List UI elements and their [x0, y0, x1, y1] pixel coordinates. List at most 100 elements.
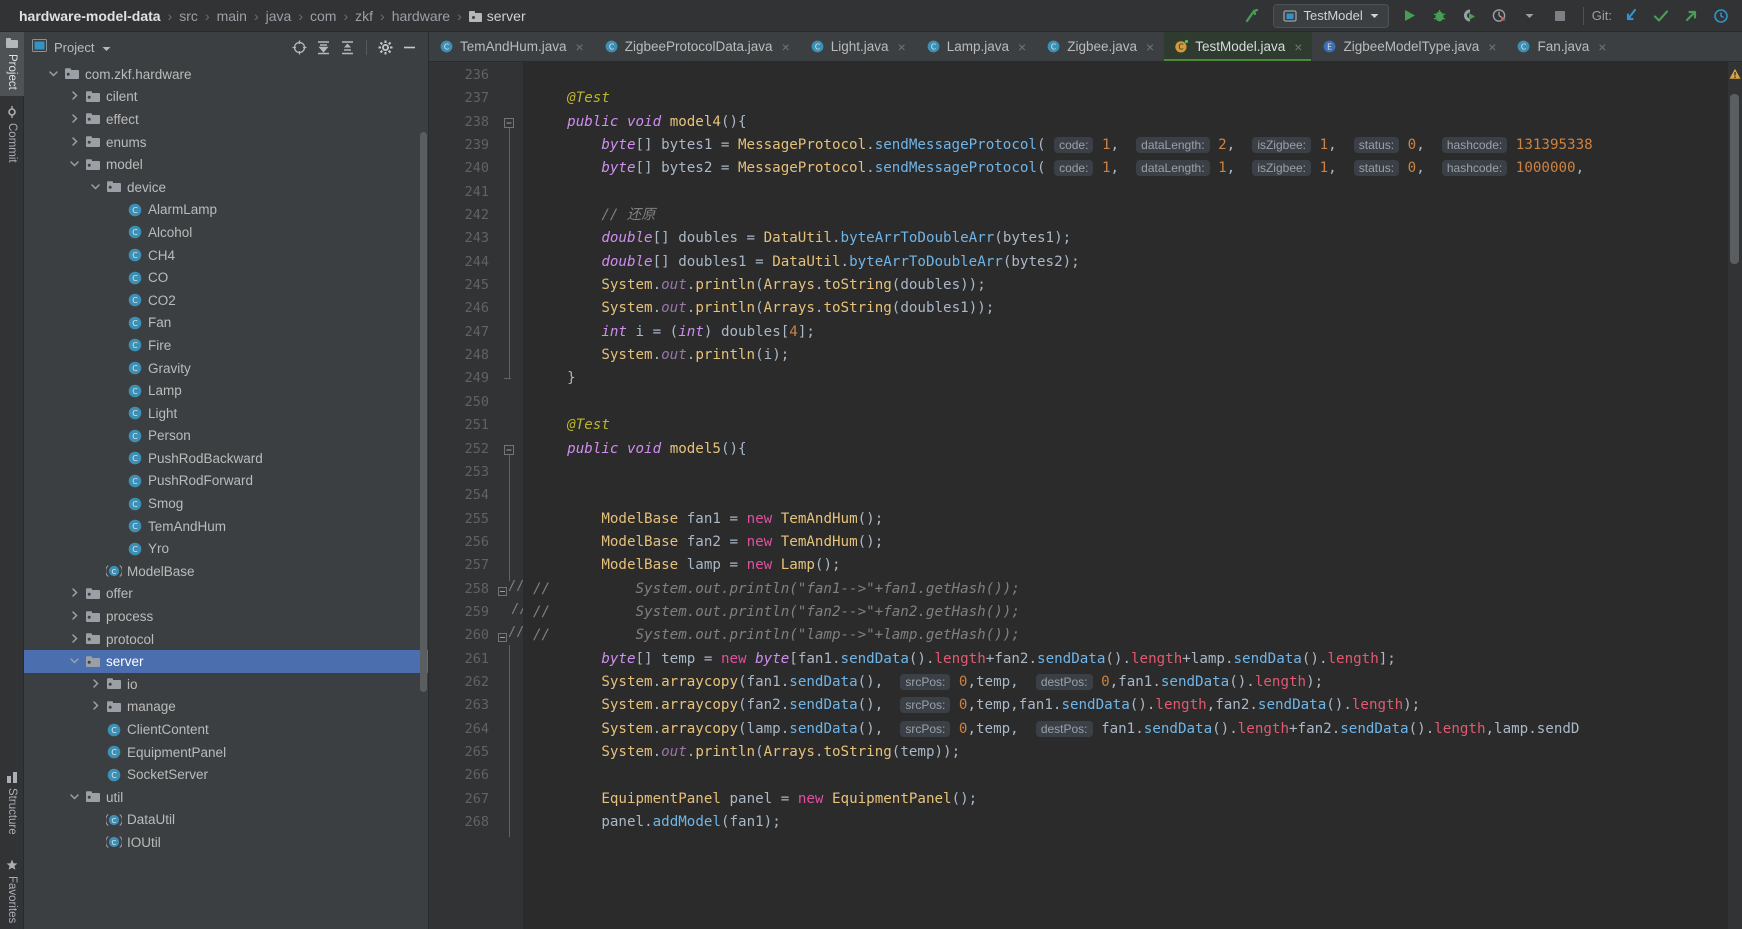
code-line[interactable]: int i = (int) doubles[4];: [523, 321, 1728, 344]
breadcrumb-item-server[interactable]: server: [462, 8, 533, 24]
chevron-down-icon[interactable]: [90, 181, 103, 194]
code-line[interactable]: System.out.println(Arrays.toString(doubl…: [523, 274, 1728, 297]
tree-item-person[interactable]: C Person: [24, 425, 428, 448]
tree-item-device[interactable]: device: [24, 176, 428, 199]
code-line[interactable]: [523, 64, 1728, 87]
tree-item-model[interactable]: model: [24, 153, 428, 176]
code-line[interactable]: // System.out.println("lamp-->"+lamp.get…: [523, 624, 1728, 647]
sidebar-item-commit[interactable]: Commit: [0, 100, 24, 169]
breadcrumb-item-com[interactable]: com: [303, 8, 343, 24]
collapse-all-icon[interactable]: [337, 37, 358, 58]
editor-marker-bar[interactable]: [1728, 62, 1742, 929]
code-line[interactable]: @Test: [523, 87, 1728, 110]
expand-all-icon[interactable]: [313, 37, 334, 58]
code-line[interactable]: ModelBase fan1 = new TemAndHum();: [523, 508, 1728, 531]
close-icon[interactable]: ×: [1146, 39, 1154, 55]
push-icon[interactable]: [1676, 2, 1706, 30]
code-line[interactable]: byte[] bytes2 = MessageProtocol.sendMess…: [523, 157, 1728, 180]
chevron-right-icon[interactable]: [69, 113, 82, 126]
project-tree[interactable]: com.zkf.hardware cilent effect enums model de…: [24, 62, 428, 929]
code-line[interactable]: System.out.println(i);: [523, 344, 1728, 367]
sidebar-item-project[interactable]: Project: [0, 32, 24, 96]
breadcrumb-item-zkf[interactable]: zkf: [348, 8, 380, 24]
scroll-from-source-icon[interactable]: [289, 37, 310, 58]
chevron-down-icon[interactable]: [69, 791, 82, 804]
tree-item-clientcontent[interactable]: C ClientContent: [24, 718, 428, 741]
tree-item-pushrodbackward[interactable]: C PushRodBackward: [24, 447, 428, 470]
fold-collapse-icon[interactable]: [504, 444, 515, 455]
breadcrumb-item-java[interactable]: java: [259, 8, 299, 24]
tree-item-process[interactable]: process: [24, 605, 428, 628]
tree-item-util[interactable]: util: [24, 786, 428, 809]
code-line[interactable]: [523, 461, 1728, 484]
tree-item-gravity[interactable]: C Gravity: [24, 357, 428, 380]
tree-item-ioutil[interactable]: C IOUtil: [24, 831, 428, 854]
history-icon[interactable]: [1706, 2, 1736, 30]
tree-item-yro[interactable]: C Yro: [24, 537, 428, 560]
settings-gear-icon[interactable]: [375, 37, 396, 58]
breadcrumb-item-src[interactable]: src: [172, 8, 205, 24]
code-line[interactable]: ModelBase fan2 = new TemAndHum();: [523, 531, 1728, 554]
editor-scrollbar-thumb[interactable]: [1730, 94, 1739, 264]
chevron-down-icon[interactable]: [69, 158, 82, 171]
tree-item-io[interactable]: io: [24, 673, 428, 696]
tab-temandhum-java[interactable]: C TemAndHum.java ×: [429, 32, 594, 61]
sidebar-item-favorites[interactable]: Favorites: [0, 853, 24, 929]
tree-item-co[interactable]: C CO: [24, 266, 428, 289]
code-line[interactable]: System.arraycopy(fan2.sendData(), srcPos…: [523, 694, 1728, 717]
chevron-right-icon[interactable]: [90, 700, 103, 713]
chevron-down-icon[interactable]: [69, 655, 82, 668]
code-editor[interactable]: 236 237 238 239 240 241 242 243 244 245 246 247 248 2…: [429, 62, 1742, 929]
code-line[interactable]: byte[] bytes1 = MessageProtocol.sendMess…: [523, 134, 1728, 157]
code-line[interactable]: }: [523, 367, 1728, 390]
tree-item-lamp[interactable]: C Lamp: [24, 379, 428, 402]
close-icon[interactable]: ×: [782, 39, 790, 55]
code-line[interactable]: double[] doubles1 = DataUtil.byteArrToDo…: [523, 251, 1728, 274]
chevron-right-icon[interactable]: [69, 587, 82, 600]
close-icon[interactable]: ×: [1018, 39, 1026, 55]
tree-item-pushrodforward[interactable]: C PushRodForward: [24, 470, 428, 493]
tab-light-java[interactable]: C Light.java ×: [800, 32, 916, 61]
code-line[interactable]: [523, 484, 1728, 507]
tree-item-alarmlamp[interactable]: C AlarmLamp: [24, 199, 428, 222]
build-hammer-icon[interactable]: [1237, 2, 1267, 30]
code-line[interactable]: System.out.println(Arrays.toString(temp)…: [523, 741, 1728, 764]
hide-panel-icon[interactable]: [399, 37, 420, 58]
warning-triangle-icon[interactable]: [1729, 68, 1741, 83]
code-line[interactable]: public void model5(){: [523, 438, 1728, 461]
tab-zigbeeprotocoldata-java[interactable]: C ZigbeeProtocolData.java ×: [594, 32, 800, 61]
run-icon[interactable]: [1395, 2, 1425, 30]
chevron-down-icon[interactable]: [102, 40, 111, 55]
tree-item-fan[interactable]: C Fan: [24, 312, 428, 335]
close-icon[interactable]: ×: [1294, 39, 1302, 55]
breadcrumb-item-project[interactable]: hardware-model-data: [12, 8, 168, 24]
code-line[interactable]: @Test: [523, 414, 1728, 437]
editor-gutter[interactable]: 236 237 238 239 240 241 242 243 244 245 246 247 248 2…: [429, 62, 510, 929]
tree-item-light[interactable]: C Light: [24, 402, 428, 425]
code-line[interactable]: System.arraycopy(fan1.sendData(), srcPos…: [523, 671, 1728, 694]
tree-item-ch4[interactable]: C CH4: [24, 244, 428, 267]
run-configuration-selector[interactable]: TestModel: [1272, 3, 1389, 28]
tree-item-socketserver[interactable]: C SocketServer: [24, 763, 428, 786]
editor-fold-column[interactable]: //////: [497, 62, 527, 929]
close-icon[interactable]: ×: [576, 39, 584, 55]
code-line[interactable]: System.arraycopy(lamp.sendData(), srcPos…: [523, 718, 1728, 741]
code-line[interactable]: double[] doubles = DataUtil.byteArrToDou…: [523, 227, 1728, 250]
close-icon[interactable]: ×: [1598, 39, 1606, 55]
debug-icon[interactable]: [1425, 2, 1455, 30]
code-line[interactable]: // System.out.println("fan1-->"+fan1.get…: [523, 578, 1728, 601]
code-line[interactable]: panel.addModel(fan1);: [523, 811, 1728, 834]
close-icon[interactable]: ×: [898, 39, 906, 55]
profiler-icon[interactable]: [1485, 2, 1515, 30]
editor-code-content[interactable]: @Test public void model4(){ byte[] bytes…: [523, 62, 1728, 929]
tab-testmodel-java[interactable]: C TestModel.java ×: [1164, 32, 1313, 61]
tab-zigbeemodeltype-java[interactable]: E ZigbeeModelType.java ×: [1312, 32, 1506, 61]
chevron-down-icon[interactable]: [48, 68, 61, 81]
tree-item-equipmentpanel[interactable]: C EquipmentPanel: [24, 741, 428, 764]
breadcrumb-item-main[interactable]: main: [210, 8, 254, 24]
tab-zigbee-java[interactable]: C Zigbee.java ×: [1036, 32, 1164, 61]
tab-lamp-java[interactable]: C Lamp.java ×: [916, 32, 1036, 61]
code-line[interactable]: byte[] temp = new byte[fan1.sendData().l…: [523, 648, 1728, 671]
code-line[interactable]: [523, 391, 1728, 414]
chevron-down-icon[interactable]: [1515, 2, 1545, 30]
